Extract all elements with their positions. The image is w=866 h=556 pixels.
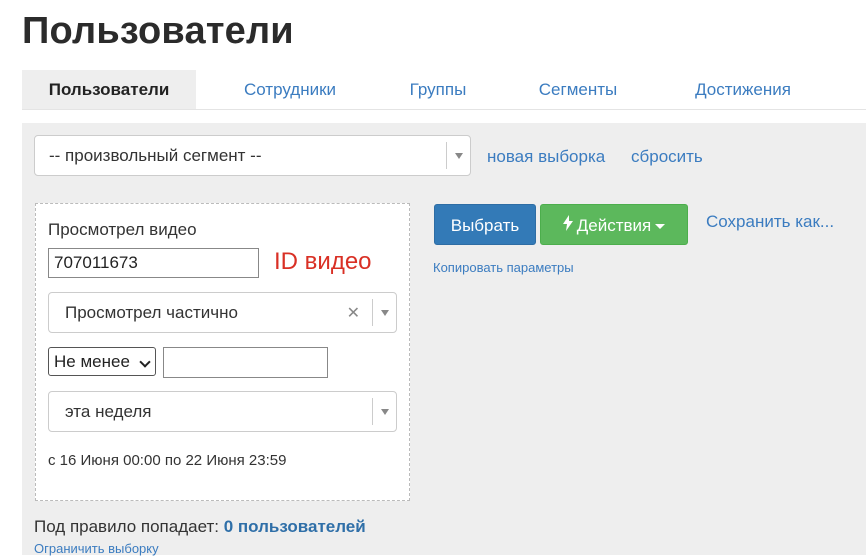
select-button[interactable]: Выбрать [434,204,536,245]
tab-segments[interactable]: Сегменты [518,70,638,109]
comparison-value: Не менее [54,352,130,371]
watch-type-select[interactable]: Просмотрел частично ✕ [48,292,397,333]
lightning-icon [562,205,573,246]
chevron-down-icon [446,142,470,169]
chevron-down-icon [139,356,151,368]
rule-label: Просмотрел видео [48,220,197,239]
video-id-input[interactable]: 707011673 [48,248,259,278]
period-value: эта неделя [65,402,152,421]
copy-params-link[interactable]: Копировать параметры [433,260,574,275]
rule-box: Просмотрел видео 707011673 ID видео Прос… [35,203,410,501]
actions-dropdown-button[interactable]: Действия [540,204,688,245]
tab-groups[interactable]: Группы [388,70,488,109]
segment-select[interactable]: -- произвольный сегмент -- [34,135,471,176]
tab-achievements[interactable]: Достижения [672,70,814,109]
reset-link[interactable]: сбросить [631,147,703,167]
user-count: 0 пользователей [223,517,366,536]
segment-select-value: -- произвольный сегмент -- [49,146,262,165]
caret-down-icon [655,224,666,230]
page-title: Пользователи [22,10,294,52]
video-id-hint: ID видео [274,248,372,275]
watch-type-value: Просмотрел частично [65,303,238,322]
chevron-down-icon [372,398,396,425]
filter-panel: -- произвольный сегмент -- новая выборка… [22,123,866,556]
tab-users[interactable]: Пользователи [22,70,196,109]
new-selection-link[interactable]: новая выборка [487,147,605,167]
tabs-bar: Пользователи Сотрудники Группы Сегменты … [22,70,866,110]
clear-icon[interactable]: ✕ [347,293,360,332]
comparison-select[interactable]: Не менее [48,347,156,376]
tab-employees[interactable]: Сотрудники [216,70,364,109]
date-range-text: с 16 Июня 00:00 по 22 Июня 23:59 [48,452,287,469]
actions-button-label: Действия [576,216,652,235]
summary-text: Под правило попадает: 0 пользователей [34,517,366,537]
save-as-link[interactable]: Сохранить как... [706,212,834,232]
summary-prefix: Под правило попадает: [34,517,219,536]
chevron-down-icon [372,299,396,326]
limit-selection-link[interactable]: Ограничить выборку [34,541,159,556]
period-select[interactable]: эта неделя [48,391,397,432]
amount-input[interactable] [163,347,328,378]
